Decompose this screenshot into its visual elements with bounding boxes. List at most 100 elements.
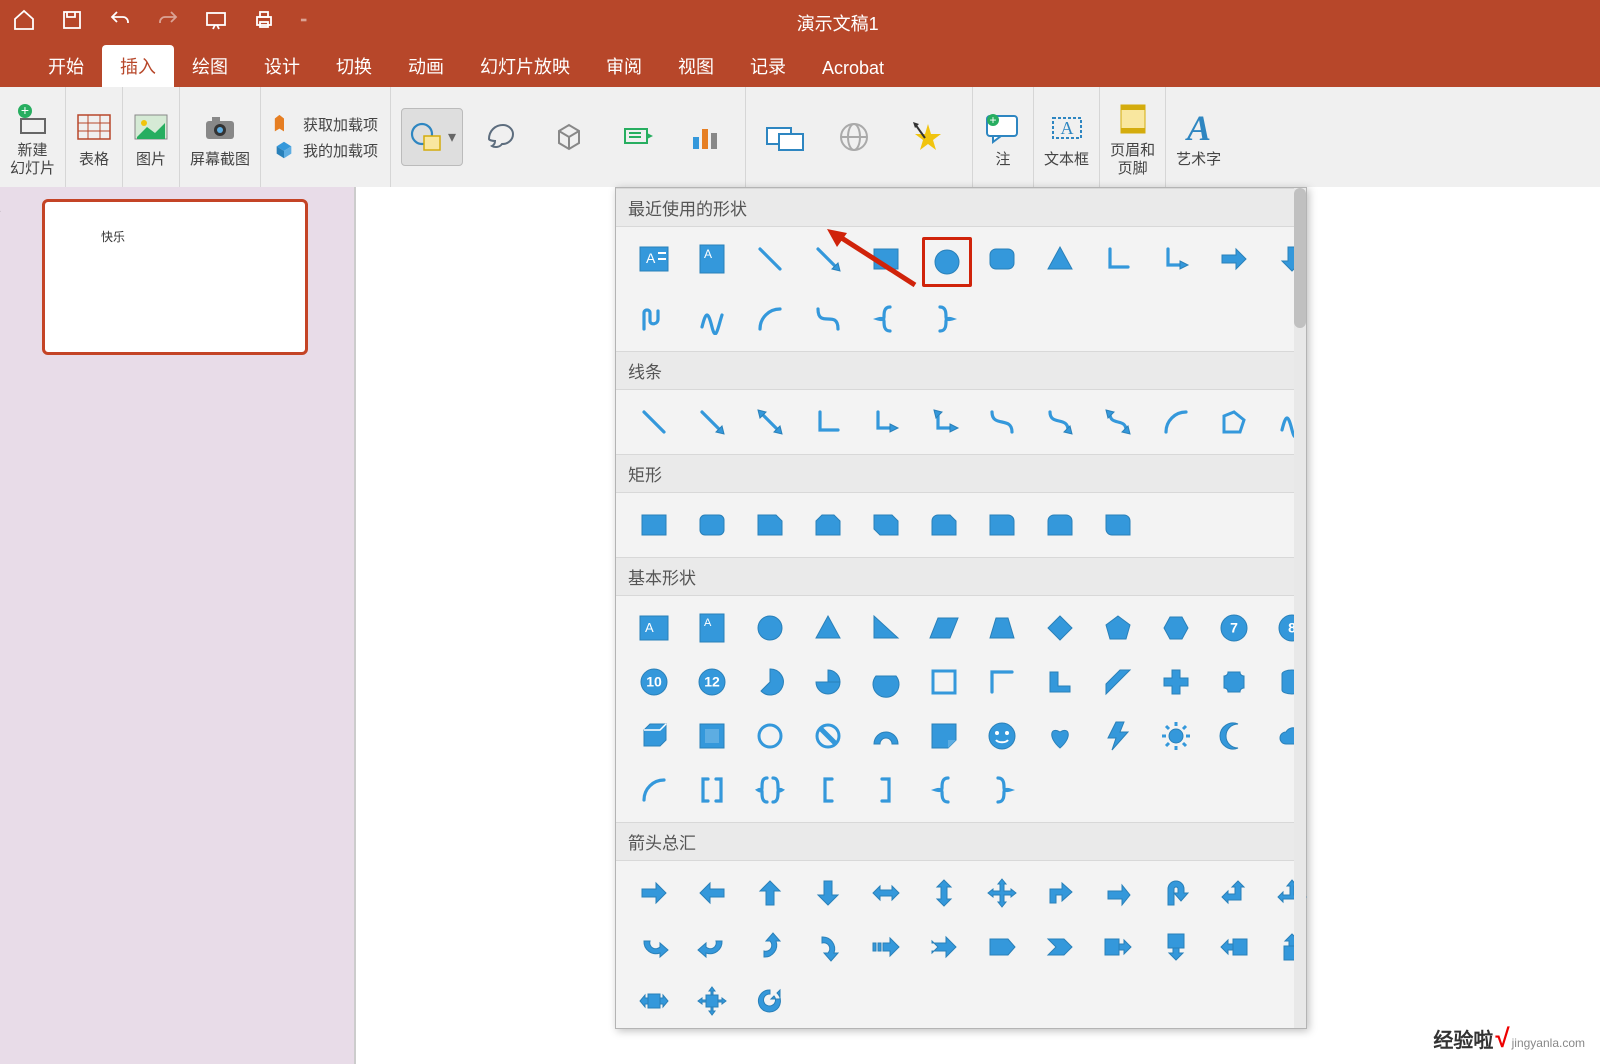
basic-smiley[interactable] [980, 714, 1024, 758]
arrow-up[interactable] [748, 871, 792, 915]
basic-bracket-left[interactable] [806, 768, 850, 812]
print-icon[interactable] [252, 8, 276, 37]
basic-moon[interactable] [1212, 714, 1256, 758]
line-curve-connector[interactable] [980, 400, 1024, 444]
tab-insert[interactable]: 插入 [102, 45, 174, 87]
arrow-quad[interactable] [980, 871, 1024, 915]
basic-block-arc[interactable] [864, 714, 908, 758]
slide-thumbnail-1[interactable]: 快乐 [42, 199, 308, 355]
shape-textbox-v[interactable]: A [690, 237, 734, 281]
rect-rounded[interactable] [690, 503, 734, 547]
picture-button[interactable]: 图片 [123, 87, 180, 187]
basic-lshape[interactable] [1038, 660, 1082, 704]
arrow-leftright[interactable] [864, 871, 908, 915]
basic-pentagon[interactable] [1096, 606, 1140, 650]
home-icon[interactable] [12, 8, 36, 37]
arrow-chevron[interactable] [1038, 925, 1082, 969]
tab-review[interactable]: 审阅 [588, 45, 660, 87]
rect-snip1[interactable] [748, 503, 792, 547]
shape-l-connector[interactable] [1096, 237, 1140, 281]
arrow-uturn-right[interactable] [1154, 871, 1198, 915]
table-button[interactable]: 表格 [66, 87, 123, 187]
icons-button[interactable] [471, 109, 531, 165]
arrow-pentagon[interactable] [980, 925, 1024, 969]
redo-icon[interactable] [156, 8, 180, 37]
arrow-circular[interactable] [748, 979, 792, 1023]
new-slide-button[interactable]: + 新建 幻灯片 [0, 87, 66, 187]
basic-heart[interactable] [1038, 714, 1082, 758]
zoom-button[interactable] [760, 109, 810, 165]
line-curve[interactable] [1154, 400, 1198, 444]
tab-animation[interactable]: 动画 [390, 45, 462, 87]
shape-scribble[interactable] [690, 297, 734, 341]
basic-oval[interactable] [748, 606, 792, 650]
chart-button[interactable] [675, 109, 735, 165]
customize-qat-icon[interactable]: ⁼ [300, 14, 307, 31]
arrow-callout-up[interactable] [1270, 925, 1314, 969]
line-scribble[interactable] [1270, 400, 1314, 444]
rect-round2-same[interactable] [1038, 503, 1082, 547]
rect-round2-diag[interactable] [1096, 503, 1140, 547]
arrow-bent-up[interactable] [1096, 871, 1140, 915]
screenshot-button[interactable]: 屏幕截图 [180, 87, 261, 187]
basic-folded-corner[interactable] [922, 714, 966, 758]
get-addins-button[interactable]: 获取加载项 [273, 113, 378, 135]
slide-thumbnails-panel[interactable]: 1 快乐 [0, 187, 355, 1064]
arrow-curved-up[interactable] [748, 925, 792, 969]
tab-slideshow[interactable]: 幻灯片放映 [462, 45, 588, 87]
basic-frame[interactable] [922, 660, 966, 704]
3d-models-button[interactable] [539, 109, 599, 165]
shape-down-arrow[interactable] [1270, 237, 1314, 281]
line-straight[interactable] [632, 400, 676, 444]
shapes-button[interactable]: ▾ [401, 108, 463, 166]
basic-textbox-v[interactable]: A [690, 606, 734, 650]
tab-acrobat[interactable]: Acrobat [804, 50, 902, 87]
arrow-curved-left[interactable] [690, 925, 734, 969]
basic-plaque[interactable] [1212, 660, 1256, 704]
basic-right-triangle[interactable] [864, 606, 908, 650]
arrow-notched-right[interactable] [922, 925, 966, 969]
arrow-left[interactable] [690, 871, 734, 915]
shape-line[interactable] [748, 237, 792, 281]
arrow-left-right-up[interactable] [1270, 871, 1314, 915]
basic-pie[interactable] [748, 660, 792, 704]
arrow-down[interactable] [806, 871, 850, 915]
shape-arc[interactable] [748, 297, 792, 341]
arrow-callout-leftright[interactable] [632, 979, 676, 1023]
basic-donut[interactable] [748, 714, 792, 758]
line-double-arrow[interactable] [748, 400, 792, 444]
action-button[interactable] [898, 109, 958, 165]
line-elbow-arrow[interactable] [864, 400, 908, 444]
rect-round1[interactable] [980, 503, 1024, 547]
basic-diamond[interactable] [1038, 606, 1082, 650]
basic-brace-right[interactable] [980, 768, 1024, 812]
basic-decagon[interactable]: 10 [632, 660, 676, 704]
basic-trapezoid[interactable] [980, 606, 1024, 650]
shape-brace-left[interactable] [864, 297, 908, 341]
present-icon[interactable] [204, 8, 228, 37]
line-curve-double[interactable] [1096, 400, 1140, 444]
arrow-bent-right[interactable] [1038, 871, 1082, 915]
arrow-callout-down[interactable] [1154, 925, 1198, 969]
arrow-callout-quad[interactable] [690, 979, 734, 1023]
line-elbow-double[interactable] [922, 400, 966, 444]
smartart-button[interactable] [607, 109, 667, 165]
basic-textbox-h[interactable]: A [632, 606, 676, 650]
arrow-callout-left[interactable] [1212, 925, 1256, 969]
basic-bevel[interactable] [690, 714, 734, 758]
line-elbow[interactable] [806, 400, 850, 444]
shape-l-arrow-connector[interactable] [1154, 237, 1198, 281]
undo-icon[interactable] [108, 8, 132, 37]
shape-oval[interactable] [922, 237, 972, 287]
tab-design[interactable]: 设计 [246, 45, 318, 87]
arrow-striped-right[interactable] [864, 925, 908, 969]
shape-right-arrow[interactable] [1212, 237, 1256, 281]
arrow-left-up[interactable] [1212, 871, 1256, 915]
basic-half-frame[interactable] [980, 660, 1024, 704]
basic-diagonal-stripe[interactable] [1096, 660, 1140, 704]
dropdown-scrollbar[interactable] [1294, 188, 1306, 1028]
basic-heptagon[interactable]: 7 [1212, 606, 1256, 650]
line-freeform[interactable] [1212, 400, 1256, 444]
basic-chord[interactable] [864, 660, 908, 704]
arrow-curved-down[interactable] [806, 925, 850, 969]
